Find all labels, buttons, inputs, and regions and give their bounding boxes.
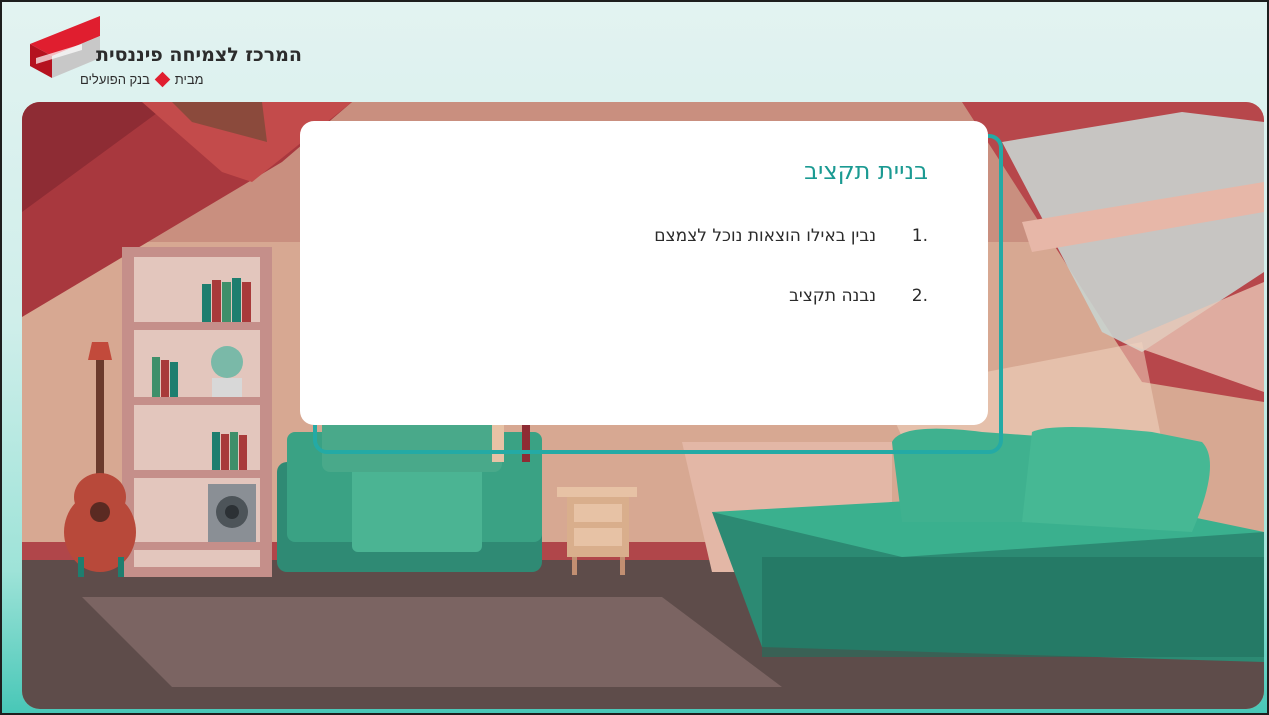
list-item-text: נבין באילו הוצאות נוכל לצמצם [654, 226, 876, 246]
logo-subtitle: מבית בנק הפועלים [80, 71, 204, 88]
slide: המרכז לצמיחה פיננסית מבית בנק הפועלים בנ… [0, 0, 1269, 715]
list-item: 2. נבנה תקציב [654, 281, 928, 311]
logo-subtitle-before: מבית [174, 72, 204, 87]
card-title: בניית תקציב [804, 157, 928, 185]
list-item: 1. נבין באילו הוצאות נוכל לצמצם [654, 221, 928, 251]
logo-title: המרכז לצמיחה פיננסית [96, 44, 302, 66]
list-item-number: 1. [911, 226, 928, 246]
content-card: בניית תקציב 1. נבין באילו הוצאות נוכל לצ… [300, 121, 988, 425]
numbered-list: 1. נבין באילו הוצאות נוכל לצמצם 2. נבנה … [654, 221, 928, 341]
logo-subtitle-after: בנק הפועלים [80, 72, 150, 87]
list-item-text: נבנה תקציב [789, 286, 876, 306]
diamond-icon [154, 71, 171, 88]
list-item-number: 2. [911, 286, 928, 306]
logo: המרכז לצמיחה פיננסית מבית בנק הפועלים [22, 14, 302, 94]
